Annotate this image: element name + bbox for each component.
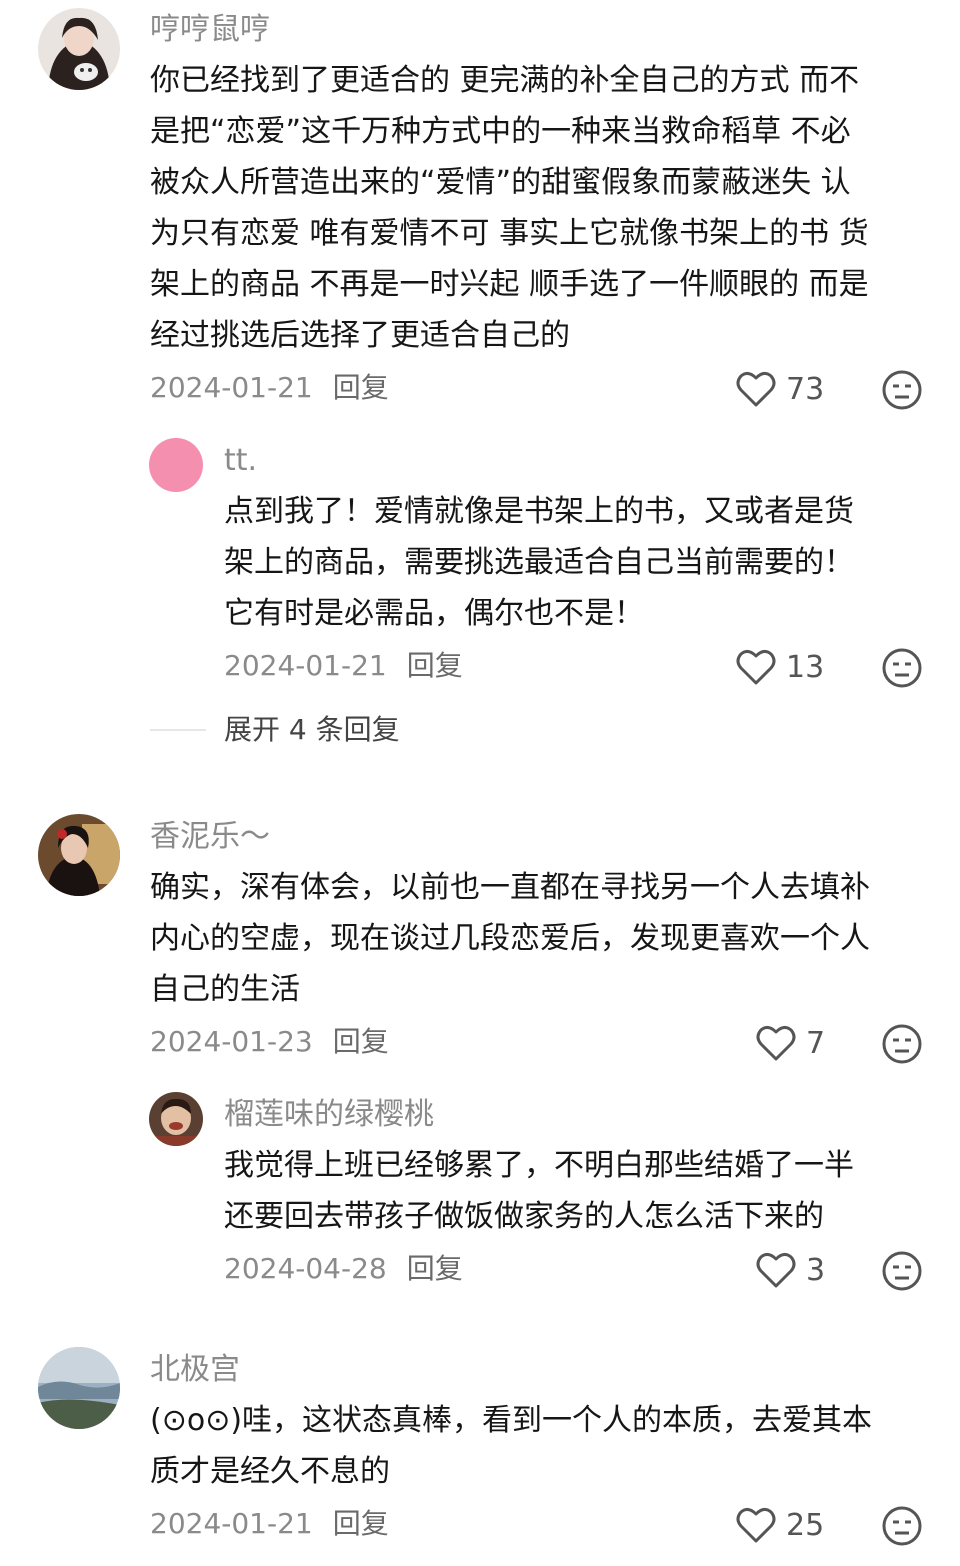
- comment-meta: 2024-01-21 回复: [150, 368, 389, 408]
- username[interactable]: 北极宫: [150, 1350, 240, 1390]
- react-button[interactable]: [881, 1505, 923, 1547]
- comment-meta: 2024-01-21 回复: [150, 1504, 389, 1544]
- heart-outline-icon: [736, 649, 776, 685]
- react-button[interactable]: [881, 1023, 923, 1065]
- username[interactable]: tt.: [224, 441, 257, 481]
- comment-line: 点到我了！爱情就像是书架上的书，又或者是货: [224, 494, 854, 529]
- reply-button[interactable]: 回复: [407, 649, 463, 682]
- like-count: 73: [786, 372, 825, 407]
- comment-date: 2024-01-23: [150, 1025, 313, 1058]
- expand-replies-button[interactable]: 展开 4 条回复: [224, 710, 400, 750]
- avatar[interactable]: [149, 1092, 203, 1146]
- avatar[interactable]: [38, 814, 120, 896]
- comment-line: 架上的商品 不再是一时兴起 顺手选了一件顺眼的 而是: [150, 267, 869, 302]
- neutral-face-icon: [882, 1506, 922, 1546]
- avatar[interactable]: [149, 438, 203, 492]
- comment-text: (⊙o⊙)哇，这状态真棒，看到一个人的本质，去爱其本 质才是经久不息的: [150, 1395, 872, 1497]
- comment-line: 质才是经久不息的: [150, 1454, 390, 1489]
- avatar[interactable]: [38, 8, 120, 90]
- reply-button[interactable]: 回复: [333, 1507, 389, 1540]
- react-button[interactable]: [881, 647, 923, 689]
- like-button[interactable]: 73: [736, 368, 856, 412]
- heart-outline-icon: [736, 1507, 776, 1543]
- heart-outline-icon: [756, 1025, 796, 1061]
- username[interactable]: 哼哼鼠哼: [150, 10, 270, 50]
- react-button[interactable]: [881, 369, 923, 411]
- avatar[interactable]: [38, 1347, 120, 1429]
- reply-button[interactable]: 回复: [333, 1025, 389, 1058]
- comment-text: 点到我了！爱情就像是书架上的书，又或者是货 架上的商品，需要挑选最适合自己当前需…: [224, 486, 854, 639]
- reply-button[interactable]: 回复: [407, 1252, 463, 1285]
- comment-line: 为只有恋爱 唯有爱情不可 事实上它就像书架上的书 货: [150, 216, 869, 251]
- comment-line: 架上的商品，需要挑选最适合自己当前需要的！: [224, 545, 854, 580]
- comment-line: 被众人所营造出来的“爱情”的甜蜜假象而蒙蔽迷失 认: [150, 165, 851, 200]
- heart-outline-icon: [756, 1252, 796, 1288]
- like-count: 25: [786, 1508, 825, 1543]
- comment-date: 2024-01-21: [150, 371, 313, 404]
- comment-date: 2024-01-21: [224, 649, 387, 682]
- comment-line: 我觉得上班已经够累了，不明白那些结婚了一半: [224, 1148, 854, 1183]
- reply-button[interactable]: 回复: [333, 371, 389, 404]
- username[interactable]: 香泥乐～: [150, 817, 270, 857]
- like-count: 3: [806, 1253, 826, 1288]
- neutral-face-icon: [882, 648, 922, 688]
- comment-meta: 2024-04-28 回复: [224, 1249, 463, 1289]
- comment-meta: 2024-01-23 回复: [150, 1022, 389, 1062]
- username[interactable]: 榴莲味的绿樱桃: [224, 1095, 434, 1135]
- like-count: 13: [786, 650, 825, 685]
- comment-line: 经过挑选后选择了更适合自己的: [150, 318, 570, 353]
- neutral-face-icon: [882, 1024, 922, 1064]
- comment-line: 内心的空虚，现在谈过几段恋爱后，发现更喜欢一个人: [150, 921, 870, 956]
- like-button[interactable]: 3: [756, 1249, 876, 1293]
- comment-line: 自己的生活: [150, 972, 300, 1007]
- like-button[interactable]: 7: [756, 1022, 876, 1066]
- comment-date: 2024-04-28: [224, 1252, 387, 1285]
- neutral-face-icon: [882, 370, 922, 410]
- like-button[interactable]: 25: [736, 1504, 856, 1548]
- comment-text: 你已经找到了更适合的 更完满的补全自己的方式 而不 是把“恋爱”这千万种方式中的…: [150, 55, 869, 361]
- like-button[interactable]: 13: [736, 646, 856, 690]
- comment-line: 你已经找到了更适合的 更完满的补全自己的方式 而不: [150, 63, 860, 98]
- comment-text: 我觉得上班已经够累了，不明白那些结婚了一半 还要回去带孩子做饭做家务的人怎么活下…: [224, 1140, 854, 1242]
- react-button[interactable]: [881, 1250, 923, 1292]
- like-count: 7: [806, 1026, 826, 1061]
- heart-outline-icon: [736, 371, 776, 407]
- comment-line: 确实，深有体会，以前也一直都在寻找另一个人去填补: [150, 870, 870, 905]
- comment-line: 是把“恋爱”这千万种方式中的一种来当救命稻草 不必: [150, 114, 851, 149]
- comment-date: 2024-01-21: [150, 1507, 313, 1540]
- comment-line: (⊙o⊙)哇，这状态真棒，看到一个人的本质，去爱其本: [150, 1403, 873, 1438]
- comment-text: 确实，深有体会，以前也一直都在寻找另一个人去填补 内心的空虚，现在谈过几段恋爱后…: [150, 862, 870, 1015]
- expand-divider: [150, 729, 206, 731]
- neutral-face-icon: [882, 1251, 922, 1291]
- comment-line: 还要回去带孩子做饭做家务的人怎么活下来的: [224, 1199, 824, 1234]
- comment-line: 它有时是必需品，偶尔也不是！: [224, 596, 644, 631]
- comment-meta: 2024-01-21 回复: [224, 646, 463, 686]
